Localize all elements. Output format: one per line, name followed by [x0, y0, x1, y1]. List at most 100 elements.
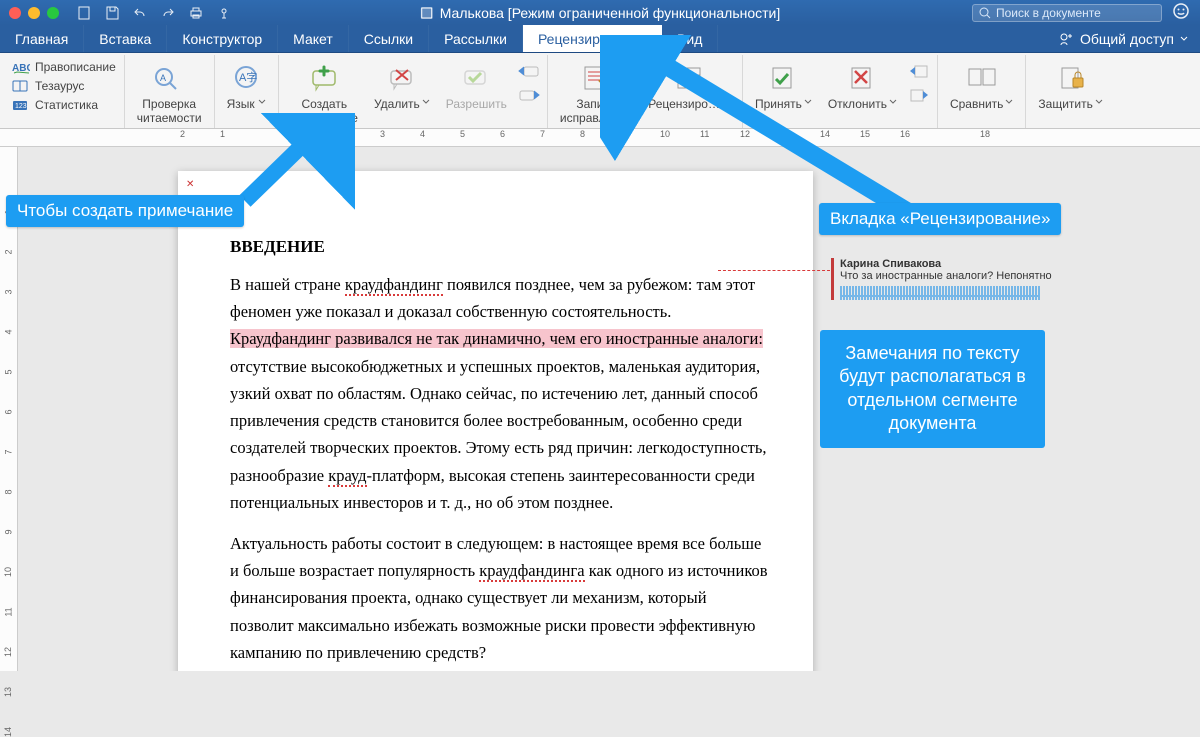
- new-doc-icon[interactable]: [76, 5, 92, 21]
- accept-icon: [768, 60, 798, 96]
- prev-change-icon: [909, 63, 929, 79]
- save-icon[interactable]: [104, 5, 120, 21]
- prev-change-button[interactable]: [907, 61, 931, 81]
- spellerror: краудфандинг: [345, 275, 443, 296]
- word-count-button[interactable]: 123 Статистика: [10, 97, 118, 113]
- next-change-button[interactable]: [907, 85, 931, 105]
- ribbon-group-tracking: Запись исправлений Рецензиро…: [548, 55, 743, 128]
- chevron-down-icon: [722, 98, 730, 106]
- resolve-comment-button: Разрешить: [440, 57, 513, 126]
- ribbon-tabs: Главная Вставка Конструктор Макет Ссылки…: [0, 25, 1200, 53]
- protect-icon: [1056, 60, 1086, 96]
- reject-icon: [847, 60, 877, 96]
- prev-comment-button[interactable]: [517, 61, 541, 81]
- titlebar: Малькова [Режим ограниченной функциональ…: [0, 0, 1200, 25]
- spellerror: краудфандинга: [479, 561, 584, 582]
- word-file-icon: [420, 6, 434, 20]
- tab-review[interactable]: Рецензирование: [523, 25, 662, 52]
- reject-button[interactable]: Отклонить: [822, 57, 903, 126]
- chevron-down-icon: [1005, 98, 1013, 106]
- redo-icon[interactable]: [160, 5, 176, 21]
- tab-layout[interactable]: Макет: [278, 25, 349, 52]
- prev-comment-icon: [518, 62, 540, 80]
- search-input[interactable]: Поиск в документе: [972, 4, 1162, 22]
- new-comment-icon: [307, 60, 341, 96]
- quick-access-toolbar: [76, 5, 232, 21]
- comment-author: Карина Спивакова: [840, 258, 1056, 270]
- accept-button[interactable]: Принять: [749, 57, 818, 126]
- next-comment-button[interactable]: [517, 85, 541, 105]
- chevron-down-icon: [422, 98, 430, 106]
- close-window-icon[interactable]: [9, 7, 21, 19]
- protect-button[interactable]: Защитить: [1032, 57, 1108, 126]
- tab-home[interactable]: Главная: [0, 25, 84, 52]
- comment-connector: [718, 270, 830, 271]
- chevron-down-icon: [889, 98, 897, 106]
- comment-text: Что за иностранные аналоги? Непонятно: [840, 270, 1056, 282]
- comment-thread[interactable]: Карина Спивакова Что за иностранные анал…: [831, 258, 1056, 300]
- spelling-icon: ABC: [12, 60, 30, 74]
- svg-text:A字: A字: [239, 70, 257, 84]
- page: ✕ ВВЕДЕНИЕ В нашей стране краудфандинг п…: [178, 171, 813, 671]
- chevron-down-icon: [1095, 98, 1103, 106]
- svg-text:123: 123: [15, 103, 27, 110]
- thesaurus-icon: [12, 79, 30, 93]
- ribbon-group-changes: Принять Отклонить: [743, 55, 938, 128]
- spellerror: крауд: [328, 466, 366, 487]
- compat-marker-icon: ✕: [186, 179, 194, 190]
- tab-design[interactable]: Конструктор: [167, 25, 278, 52]
- new-comment-button[interactable]: Создать примечание: [285, 57, 364, 126]
- ribbon-group-readability: A Проверка читаемости: [125, 55, 215, 128]
- statistics-icon: 123: [12, 98, 30, 112]
- ribbon-group-compare: Сравнить: [938, 55, 1026, 128]
- delete-comment-button[interactable]: Удалить: [368, 57, 436, 126]
- undo-icon[interactable]: [132, 5, 148, 21]
- horizontal-ruler[interactable]: 211234567891011121314151618: [0, 129, 1200, 147]
- reviewing-pane-button[interactable]: Рецензиро…: [642, 57, 736, 126]
- fullscreen-window-icon[interactable]: [47, 7, 59, 19]
- readability-icon: A: [152, 60, 186, 96]
- tab-mailings[interactable]: Рассылки: [429, 25, 523, 52]
- paragraph-1: В нашей стране краудфандинг появился поз…: [230, 271, 768, 516]
- touch-mode-icon[interactable]: [216, 5, 232, 21]
- language-button[interactable]: A字 Язык: [221, 57, 272, 126]
- heading: ВВЕДЕНИЕ: [230, 233, 768, 261]
- track-changes-button[interactable]: Запись исправлений: [554, 57, 638, 126]
- callout-tab: Вкладка «Рецензирование»: [819, 203, 1061, 235]
- chevron-down-icon: [804, 98, 812, 106]
- compare-icon: [965, 60, 999, 96]
- ribbon-group-protect: Защитить: [1026, 55, 1114, 128]
- window-controls: [0, 7, 68, 19]
- minimize-window-icon[interactable]: [28, 7, 40, 19]
- language-icon: A字: [229, 60, 263, 96]
- ribbon-group-proofing: ABC Правописание Тезаурус 123 Статистика: [4, 55, 125, 128]
- next-comment-icon: [518, 86, 540, 104]
- track-changes-icon: [579, 60, 613, 96]
- comment-highlight: Краудфандинг развивался не так динамично…: [230, 329, 763, 348]
- print-icon[interactable]: [188, 5, 204, 21]
- callout-sidebar: Замечания по тексту будут располагаться …: [820, 330, 1045, 448]
- chevron-down-icon: [258, 98, 266, 106]
- compare-button[interactable]: Сравнить: [944, 57, 1019, 126]
- feedback-icon[interactable]: [1172, 2, 1190, 23]
- tab-references[interactable]: Ссылки: [349, 25, 429, 52]
- tab-insert[interactable]: Вставка: [84, 25, 167, 52]
- reviewing-pane-icon: [672, 60, 706, 96]
- paragraph-2: Актуальность работы состоит в следующем:…: [230, 530, 768, 666]
- ribbon-group-comments: Создать примечание Удалить Разрешить: [279, 55, 548, 128]
- resolve-comment-icon: [461, 60, 491, 96]
- search-icon: [979, 7, 991, 19]
- chevron-down-icon: [1180, 35, 1188, 43]
- readability-button[interactable]: A Проверка читаемости: [131, 57, 208, 126]
- ribbon: ABC Правописание Тезаурус 123 Статистика…: [0, 53, 1200, 129]
- document-body[interactable]: ВВЕДЕНИЕ В нашей стране краудфандинг поя…: [230, 233, 768, 671]
- tab-view[interactable]: Вид: [662, 25, 718, 52]
- callout-create-comment: Чтобы создать примечание: [6, 195, 244, 227]
- comment-reply-placeholder: [840, 286, 1040, 300]
- share-icon: [1058, 31, 1074, 47]
- ribbon-group-language: A字 Язык: [215, 55, 279, 128]
- thesaurus-button[interactable]: Тезаурус: [10, 78, 118, 94]
- spelling-button[interactable]: ABC Правописание: [10, 59, 118, 75]
- delete-comment-icon: [387, 60, 417, 96]
- share-button[interactable]: Общий доступ: [1046, 25, 1200, 52]
